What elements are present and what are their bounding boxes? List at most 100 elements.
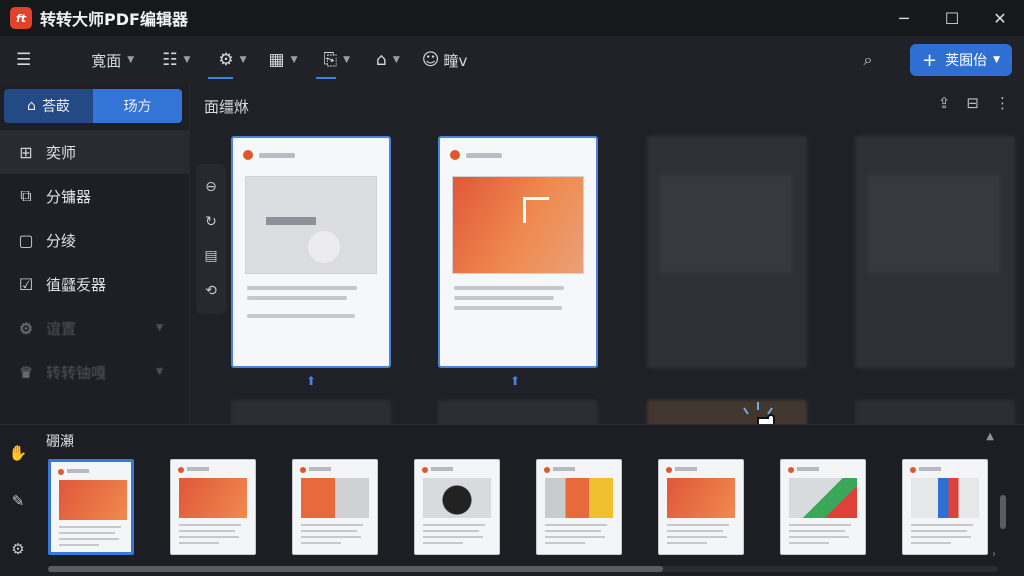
text-line [545,524,607,526]
preview-block [266,217,316,225]
sidebar-item-label: 徝瓥叐器 [46,275,107,294]
sidebar: ⌂ 荅菣 玚方 ⊞ 奕师 ⧉ 分镛器 ▢ 分绫 ☑ 徝瓥叐器 ⚙ 谊置 ▼ ♛ [0,84,190,424]
chevron-down-icon: ▼ [183,55,191,65]
close-button[interactable]: ✕ [976,0,1024,36]
segmented-control: ⌂ 荅菣 玚方 [4,89,182,123]
grid-tool-button[interactable]: ▦ ▼ [257,36,308,84]
app-logo: ft [10,7,32,29]
text-line [911,542,951,544]
page-2-upload-icon[interactable]: ⬆ [510,374,520,388]
scan-tool-button[interactable]: ⌂ ▼ [360,36,410,84]
sidebar-item-0[interactable]: ⊞ 奕师 [0,130,189,174]
upload-icon[interactable]: ⇪ [938,94,951,112]
brand-logo-icon [910,467,916,473]
sync-icon[interactable]: ⟲ [205,283,217,299]
brand-logo-icon [422,467,428,473]
page-menu-button[interactable]: 寛面 ▼ [51,36,144,84]
page-card-8[interactable] [855,400,1015,424]
crown-icon: ♛ [18,362,34,382]
maximize-button[interactable]: ☐ [928,0,976,36]
card-preview-image [868,175,1000,273]
text-line [454,306,562,310]
layout-icon[interactable]: ⊟ [966,94,979,112]
text-line [789,542,829,544]
brand-logo-icon [788,467,794,473]
page-title: 面缰烌 [204,98,250,116]
plus-icon: + [921,49,938,71]
page-card-6[interactable] [438,400,598,424]
page-card-5[interactable] [231,400,391,424]
text-line [59,544,99,546]
list-tool-button[interactable]: ☷ ▼ [144,36,200,84]
thumb-preview [301,478,369,518]
thumbnail-3[interactable] [292,459,378,555]
sidebar-item-4[interactable]: ⚙ 谊置 ▼ [0,306,189,350]
scrollbar-thumb[interactable] [48,566,663,572]
text-line [59,538,119,540]
sidebar-item-1[interactable]: ⧉ 分镛器 [0,174,189,218]
page-1-upload-icon[interactable]: ⬆ [306,374,316,388]
chevron-right-icon[interactable]: › [992,549,996,560]
main-actions: ⇪ ⊟ ⋮ [938,94,1010,112]
settings-icon[interactable]: ⚙ [11,540,24,558]
sidebar-item-3[interactable]: ☑ 徝瓥叐器 [0,262,189,306]
text-line [454,296,554,300]
thumbnail-1[interactable] [48,459,134,555]
sidebar-item-2[interactable]: ▢ 分绫 [0,218,189,262]
user-icon: ☺ [421,50,440,70]
rotate-icon[interactable]: ↻ [205,214,217,230]
settings-tool-button[interactable]: ⚙ ▼ [200,36,256,84]
thumbnail-5[interactable] [536,459,622,555]
segment-home-label: 荅菣 [41,99,70,115]
new-document-button[interactable]: + 荚囿佁 ▼ [909,44,1012,76]
app-title: 转转大师PDF编辑器 [40,10,188,29]
segment-home[interactable]: ⌂ 荅菣 [4,89,93,123]
segment-tools-label: 玚方 [123,99,152,115]
page-tool-button[interactable]: ⎘ ▼ [308,36,361,84]
page-card-3[interactable] [647,136,807,368]
text-line [179,524,241,526]
page-card-4[interactable] [855,136,1015,368]
document-icon[interactable]: ▤ [204,248,217,264]
menu-toggle-button[interactable]: ☰ [0,36,51,84]
text-line [423,524,485,526]
sidebar-item-label: 谊置 [46,319,77,338]
page-card-2[interactable] [438,136,598,368]
sidebar-item-5[interactable]: ♛ 转转铀嘎 ▼ [0,350,189,394]
preview-circle [308,231,340,263]
search-user-icon[interactable]: ⌕ [858,50,878,70]
brand-logo-icon [666,467,672,473]
grid-icon: ▦ [268,50,285,70]
segment-tools[interactable]: 玚方 [93,89,182,123]
text-line [667,536,727,538]
thumbnail-6[interactable] [658,459,744,555]
chevron-down-icon: ▼ [290,55,298,65]
chevron-down-icon: ▼ [392,55,400,65]
collapse-icon[interactable]: ▲ [986,431,994,442]
thumbnail-4[interactable] [414,459,500,555]
chevron-down-icon: ▼ [993,55,1000,65]
brand-logo-icon [544,467,550,473]
page-card-1[interactable] [231,136,391,368]
user-menu-button[interactable]: ☺ 疃v [410,36,478,84]
toolbar-right: ⌕ + 荚囿佁 ▼ [858,36,1012,84]
thumb-name-placeholder [187,467,209,471]
vertical-scrollbar[interactable] [1000,495,1006,529]
more-icon[interactable]: ⋮ [995,94,1010,112]
minimize-button[interactable]: ─ [880,0,928,36]
thumbnail-8[interactable] [902,459,988,555]
text-line [59,526,121,528]
new-document-label: 荚囿佁 [945,53,988,69]
page-icon: ⎘ [323,50,338,70]
card-preview-image [452,176,584,274]
scan-icon: ⌂ [376,50,387,70]
gear-icon: ⚙ [218,50,234,70]
thumbnail-7[interactable] [780,459,866,555]
hand-icon[interactable]: ✋ [9,444,28,462]
brush-icon[interactable]: ✎ [12,492,25,510]
thumbnail-2[interactable] [170,459,256,555]
text-line [301,542,341,544]
horizontal-scrollbar[interactable] [48,566,998,572]
back-icon[interactable]: ⊖ [205,179,217,195]
text-line [423,530,479,532]
